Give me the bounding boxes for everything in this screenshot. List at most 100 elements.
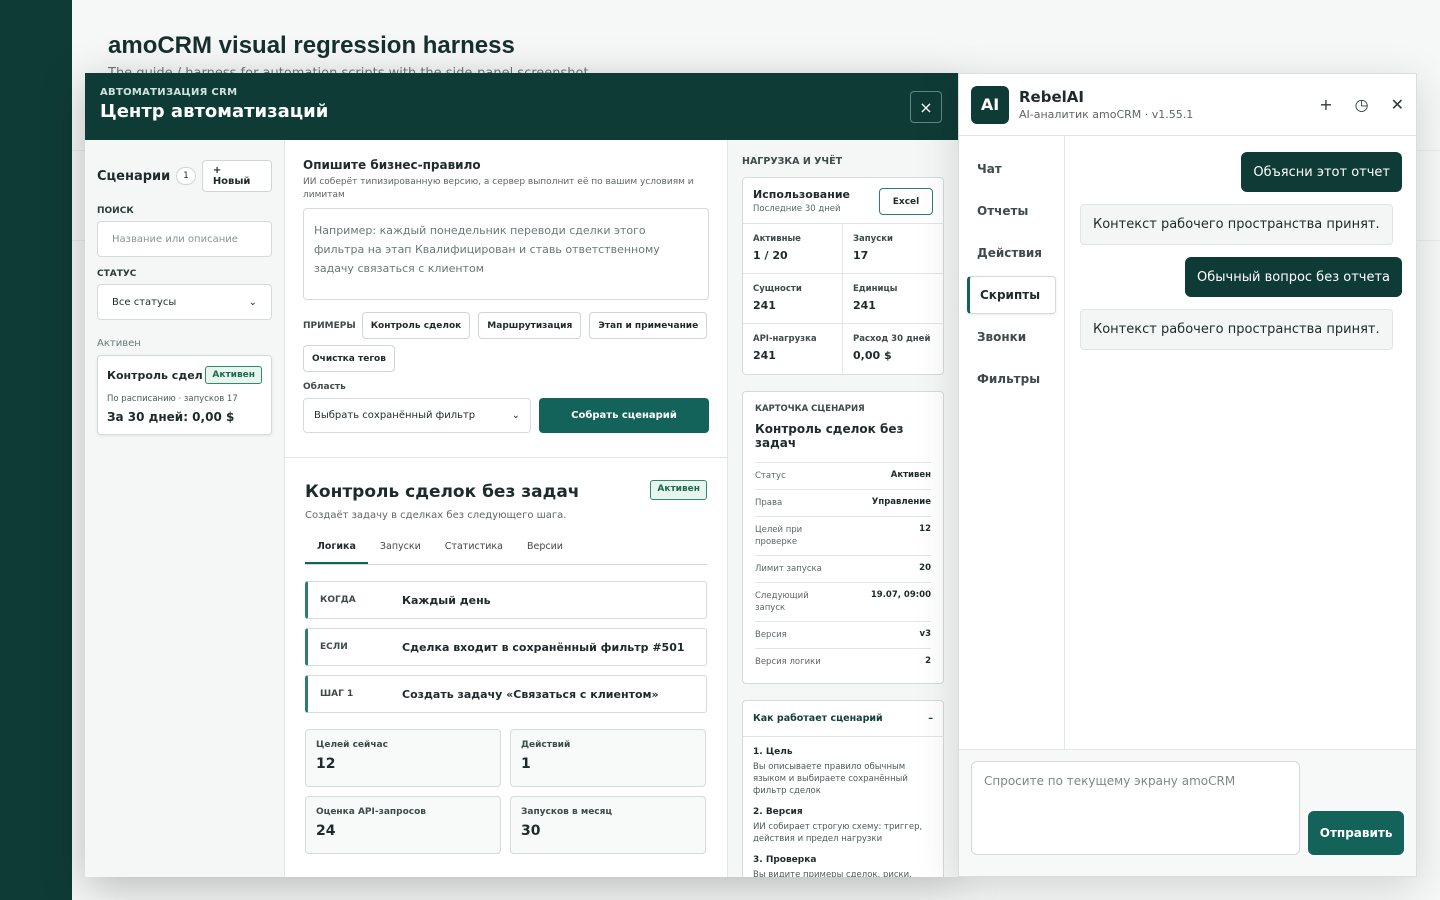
how-step-desc: Вы видите примеры сделок, риски, бюджет … xyxy=(753,870,912,877)
scenario-cost: За 30 дней: 0,00 $ xyxy=(107,410,235,424)
info-label: Лимит запуска xyxy=(755,564,822,574)
how-step-title: 2. Версия xyxy=(753,807,803,817)
nav-item-filters[interactable]: Фильтры xyxy=(967,360,1056,398)
nav-item-calls[interactable]: Звонки xyxy=(967,318,1056,356)
usage-label: Сущности xyxy=(753,284,802,294)
rule-textarea[interactable]: Например: каждый понедельник переводи сд… xyxy=(303,208,709,300)
info-row: Целей при проверке 12 xyxy=(755,516,931,555)
info-value: Активен xyxy=(890,470,931,480)
info-label: Версия логики xyxy=(755,657,821,667)
stat-card: Действий 1 xyxy=(510,729,706,787)
app-left-rail xyxy=(0,0,72,900)
how-step: 2. Версия ИИ собирает строгую схему: триг… xyxy=(753,807,933,845)
scenario-meta: По расписанию · запусков 17 xyxy=(107,394,238,404)
bot-message: Контекст рабочего пространства принят. xyxy=(1080,309,1393,350)
info-row: Версия логики 2 xyxy=(755,648,931,675)
group-label: Активен xyxy=(97,338,141,349)
info-value: v3 xyxy=(919,629,931,639)
usage-cell: Расход 30 дней 0,00 $ xyxy=(843,324,943,374)
close-icon[interactable]: × xyxy=(910,91,942,123)
example-chip[interactable]: Очистка тегов xyxy=(303,345,395,372)
modal-title: Центр автоматизаций xyxy=(100,101,329,122)
ai-version: AI-аналитик amoCRM · v1.55.1 xyxy=(1019,108,1194,121)
send-button[interactable]: Отправить xyxy=(1308,811,1404,855)
detail-desc: Создаёт задачу в сделках без следующего … xyxy=(305,510,567,521)
how-title: Как работает сценарий xyxy=(753,713,883,724)
rule-key: КОГДА xyxy=(320,595,356,605)
ai-title: RebelAI xyxy=(1019,88,1084,106)
stats-grid: Целей сейчас 12 Действий 1 Оценка API-за… xyxy=(305,729,707,854)
info-title: Контроль сделок без задач xyxy=(755,422,904,450)
new-scenario-button[interactable]: + Новый xyxy=(201,160,272,192)
stat-label: Оценка API-запросов xyxy=(316,807,426,817)
examples-row: ПРИМЕРЫ Контроль сделок Маршрутизация Эт… xyxy=(303,312,709,372)
info-row: Статус Активен xyxy=(755,462,931,489)
scenarios-count: 1 xyxy=(176,167,196,185)
area-label: Область xyxy=(303,382,346,392)
how-it-works-card: Как работает сценарий – 1. Цель Вы описыв… xyxy=(742,700,944,877)
rule-row: ШАГ 1 Создать задачу «Связаться с клиент… xyxy=(305,675,707,713)
modal-header: АВТОМАТИЗАЦИЯ CRM Центр автоматизаций × xyxy=(85,73,958,140)
tab-stats[interactable]: Статистика xyxy=(433,541,515,564)
bot-message: Контекст рабочего пространства принят. xyxy=(1080,204,1393,245)
status-badge: Активен xyxy=(205,366,262,384)
status-select[interactable]: Все статусы ⌄ xyxy=(97,284,272,320)
area-select[interactable]: Выбрать сохранённый фильтр ⌄ xyxy=(303,398,531,433)
usage-label: Запуски xyxy=(853,234,893,244)
info-value: 2 xyxy=(925,656,931,666)
export-excel-button[interactable]: Excel xyxy=(879,188,933,215)
info-value: 19.07, 09:00 xyxy=(870,590,931,600)
nav-item-reports[interactable]: Отчеты xyxy=(967,192,1056,230)
history-icon[interactable]: ◷ xyxy=(1355,95,1369,114)
tab-runs[interactable]: Запуски xyxy=(368,541,433,564)
nav-item-chat[interactable]: Чат xyxy=(967,150,1056,188)
tab-versions[interactable]: Версии xyxy=(515,541,575,564)
scenario-name: Контроль сдел... xyxy=(107,368,202,382)
info-value: 12 xyxy=(919,524,931,534)
usage-cell: Запуски 17 xyxy=(843,224,943,274)
stat-value: 1 xyxy=(521,756,531,772)
search-input[interactable]: Название или описание xyxy=(97,221,272,257)
builder-column: Опишите бизнес-правило ИИ соберёт типизи… xyxy=(285,140,728,877)
example-chip[interactable]: Контроль сделок xyxy=(361,312,471,339)
usage-title: Использование xyxy=(753,188,850,201)
user-message: Объясни этот отчет xyxy=(1241,152,1402,192)
modal-kicker: АВТОМАТИЗАЦИЯ CRM xyxy=(100,87,238,98)
close-icon[interactable]: ✕ xyxy=(1391,95,1404,114)
build-scenario-button[interactable]: Собрать сценарий xyxy=(539,398,709,433)
rule-row: ЕСЛИ Сделка входит в сохранённый фильтр … xyxy=(305,628,707,666)
how-it-works-toggle[interactable]: Как работает сценарий – xyxy=(743,701,943,737)
usage-label: Единицы xyxy=(853,284,898,294)
how-step-desc: ИИ собирает строгую схему: триггер, дейс… xyxy=(753,822,923,844)
how-step-title: 1. Цель xyxy=(753,747,793,757)
usage-cell: Сущности 241 xyxy=(743,274,843,324)
usage-value: 241 xyxy=(853,299,876,312)
status-badge: Активен xyxy=(650,480,707,500)
rule-key: ШАГ 1 xyxy=(320,689,354,699)
example-chip[interactable]: Маршрутизация xyxy=(478,312,582,339)
stat-value: 12 xyxy=(316,756,336,772)
scenario-info-card: КАРТОЧКА СЦЕНАРИЯ Контроль сделок без за… xyxy=(742,391,944,684)
how-step: 3. Проверка Вы видите примеры сделок, рис… xyxy=(753,855,933,877)
usage-label: API-нагрузка xyxy=(753,334,817,344)
tab-logic[interactable]: Логика xyxy=(305,541,368,564)
ai-assistant-panel: AI RebelAI AI-аналитик amoCRM · v1.55.1 … xyxy=(958,73,1417,877)
rule-value: Каждый день xyxy=(402,593,491,607)
nav-item-actions[interactable]: Действия xyxy=(967,234,1056,272)
nav-item-scripts[interactable]: Скрипты xyxy=(967,276,1056,314)
rules-list: КОГДА Каждый день ЕСЛИ Сделка входит в с… xyxy=(305,581,707,713)
detail-tabs: Логика Запуски Статистика Версии xyxy=(305,541,707,565)
scenario-card[interactable]: Контроль сдел... Активен По расписанию ·… xyxy=(97,355,272,435)
stat-label: Запусков в месяц xyxy=(521,807,613,817)
info-kicker: КАРТОЧКА СЦЕНАРИЯ xyxy=(755,404,865,414)
plus-icon[interactable]: + xyxy=(1319,95,1332,114)
how-step-title: 3. Проверка xyxy=(753,855,817,865)
rule-key: ЕСЛИ xyxy=(320,642,348,652)
example-chip[interactable]: Этап и примечание xyxy=(589,312,708,339)
info-row: Следующий запуск 19.07, 09:00 xyxy=(755,582,931,621)
rule-row: КОГДА Каждый день xyxy=(305,581,707,619)
usage-value: 241 xyxy=(753,299,776,312)
how-step-desc: Вы описываете правило обычным языком и в… xyxy=(753,762,908,796)
chat-input[interactable]: Спросите по текущему экрану amoCRM xyxy=(971,761,1301,855)
rule-value: Сделка входит в сохранённый фильтр #501 xyxy=(402,640,685,654)
